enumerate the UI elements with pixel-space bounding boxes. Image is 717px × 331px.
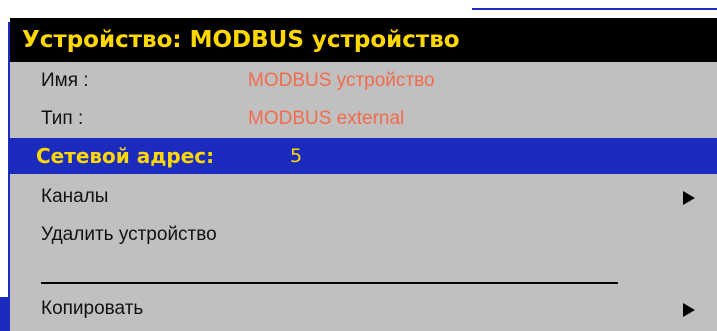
- menu-item-network-address[interactable]: Сетевой адрес: 5: [10, 138, 717, 174]
- type-value: MODBUS external: [248, 108, 405, 129]
- menu-title: Устройство: MODBUS устройство: [10, 18, 717, 62]
- menu-separator: [41, 282, 618, 284]
- menu-item-type[interactable]: Тип : MODBUS external: [10, 101, 717, 137]
- device-menu: Устройство: MODBUS устройство Имя : MODB…: [10, 18, 717, 331]
- menu-item-name[interactable]: Имя : MODBUS устройство: [10, 63, 717, 99]
- submenu-arrow-icon: [683, 191, 695, 205]
- menu-item-delete-device[interactable]: Удалить устройство: [10, 217, 717, 253]
- top-strip-accent: [472, 8, 717, 10]
- left-edge-background: [0, 22, 8, 297]
- submenu-arrow-icon: [683, 303, 695, 317]
- device-screen: Устройство: MODBUS устройство Имя : MODB…: [0, 0, 717, 331]
- channels-label: Каналы: [41, 186, 109, 207]
- address-value: 5: [290, 145, 303, 167]
- type-label: Тип :: [41, 108, 84, 129]
- name-value: MODBUS устройство: [248, 70, 435, 91]
- delete-label: Удалить устройство: [41, 224, 217, 245]
- address-label: Сетевой адрес:: [36, 144, 215, 168]
- menu-item-copy[interactable]: Копировать: [10, 291, 717, 327]
- copy-label: Копировать: [41, 298, 144, 319]
- menu-item-channels[interactable]: Каналы: [10, 179, 717, 215]
- name-label: Имя :: [41, 70, 89, 91]
